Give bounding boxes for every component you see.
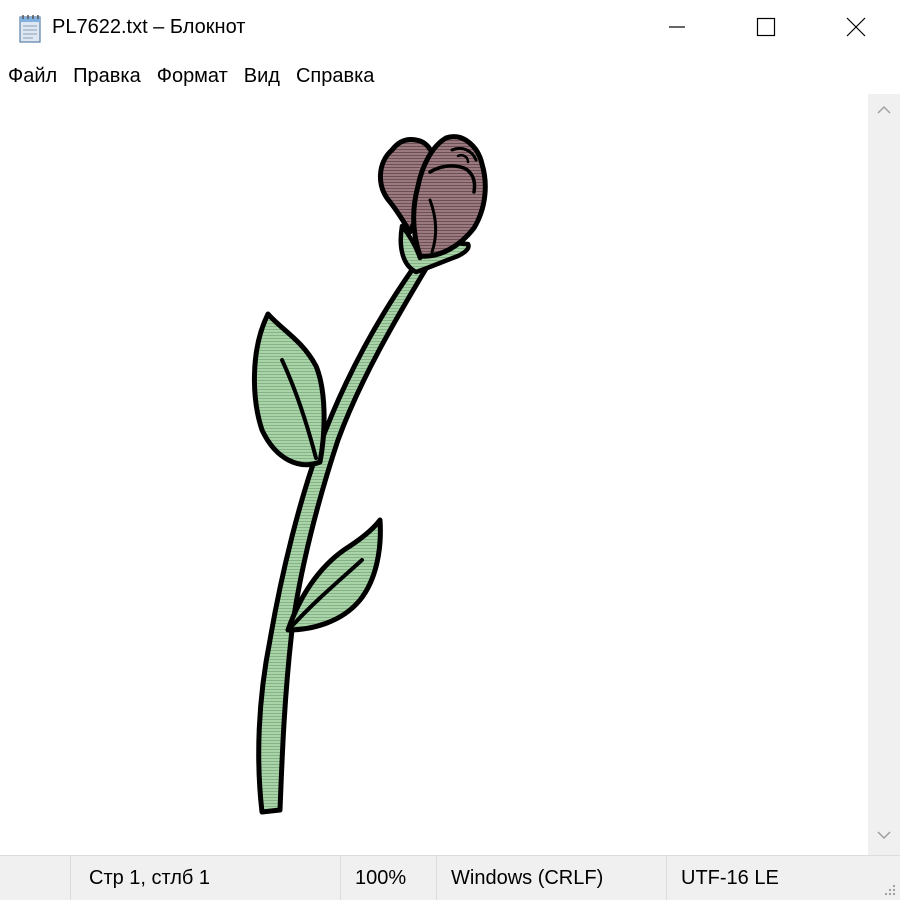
- menu-help[interactable]: Справка: [288, 58, 382, 94]
- vertical-scrollbar[interactable]: [868, 94, 900, 855]
- menu-file[interactable]: Файл: [0, 58, 65, 94]
- menu-edit[interactable]: Правка: [65, 58, 149, 94]
- scroll-up-button[interactable]: [868, 94, 900, 130]
- maximize-icon: [756, 17, 776, 42]
- resize-grip-icon[interactable]: [882, 882, 896, 896]
- chevron-down-icon: [876, 828, 892, 846]
- status-zoom: 100%: [340, 856, 436, 900]
- status-cursor-position: Стр 1, стлб 1: [70, 856, 340, 900]
- menu-view[interactable]: Вид: [236, 58, 288, 94]
- rose-drawing: [252, 134, 488, 815]
- minimize-icon: [667, 17, 687, 42]
- chevron-up-icon: [876, 103, 892, 121]
- window-title: PL7622.txt – Блокнот: [52, 16, 246, 38]
- close-icon: [845, 16, 867, 43]
- status-encoding: UTF-16 LE: [666, 856, 900, 900]
- scroll-down-button[interactable]: [868, 819, 900, 855]
- maximize-button[interactable]: [721, 0, 811, 58]
- notepad-window: PL7622.txt – Блокнот Файл Правка Формат …: [0, 0, 900, 900]
- menu-format[interactable]: Формат: [149, 58, 236, 94]
- status-line-endings: Windows (CRLF): [436, 856, 666, 900]
- menu-bar: Файл Правка Формат Вид Справка: [0, 58, 900, 94]
- minimize-button[interactable]: [632, 0, 722, 58]
- close-button[interactable]: [811, 0, 900, 58]
- status-bar: Стр 1, стлб 1 100% Windows (CRLF) UTF-16…: [0, 855, 900, 900]
- title-bar[interactable]: PL7622.txt – Блокнот: [0, 0, 900, 58]
- notepad-icon[interactable]: [17, 14, 45, 44]
- text-edit-area[interactable]: [0, 94, 868, 855]
